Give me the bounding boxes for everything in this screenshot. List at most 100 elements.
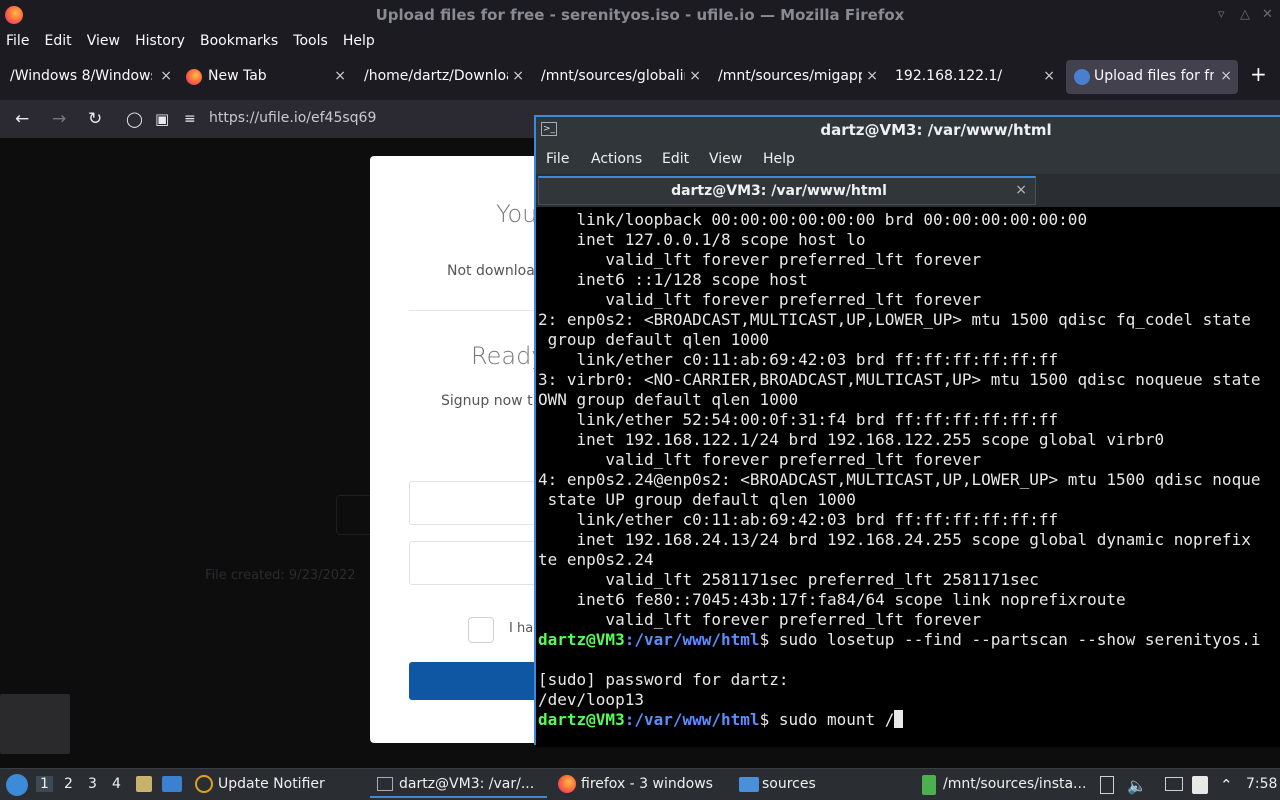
menu-tools[interactable]: Tools [293, 31, 328, 49]
line-text: te enp0s2.24 [538, 550, 654, 569]
terminal-menu-view[interactable]: View [709, 151, 742, 167]
tab-close-icon[interactable]: × [512, 68, 524, 84]
tab-windows8[interactable]: /Windows 8/Windows × [8, 60, 178, 94]
workspace-4[interactable]: 4 [112, 776, 121, 792]
terminal-menu-help[interactable]: Help [763, 151, 795, 167]
line-text: [sudo] password for dartz: [538, 670, 789, 689]
terminal-menubar: File Actions Edit View Help [536, 144, 1280, 174]
menu-bookmarks[interactable]: Bookmarks [200, 31, 278, 49]
tab-close-icon[interactable]: × [866, 68, 878, 84]
close-window-icon[interactable]: ✕ [1262, 7, 1273, 22]
line-text: OWN group default qlen 1000 [538, 390, 799, 409]
line-text: valid_lft forever preferred_lft forever [538, 250, 982, 269]
terminal-output[interactable]: link/loopback 00:00:00:00:00:00 brd 00:0… [536, 207, 1280, 747]
tab-close-icon[interactable]: × [1220, 68, 1232, 84]
terminal-titlebar[interactable]: >_ dartz@VM3: /var/www/html [536, 117, 1280, 144]
tab-mnt-migapp[interactable]: /mnt/sources/migapp × [714, 60, 884, 94]
tab-mnt-globalin[interactable]: /mnt/sources/globalin × [537, 60, 707, 94]
terminal-line: link/ether c0:11:ab:69:42:03 brd ff:ff:f… [538, 350, 1260, 370]
modal-subtext: Not downloa [447, 263, 535, 279]
menu-file[interactable]: File [6, 31, 29, 49]
back-arrow-icon[interactable]: ← [15, 109, 29, 129]
tab-label: 192.168.122.1/ [895, 68, 1003, 84]
minimize-icon[interactable]: ▿ [1218, 7, 1225, 22]
task-sources[interactable]: sources [762, 776, 816, 792]
tab-label: /home/dartz/Downloa [364, 68, 508, 84]
task-terminal[interactable]: dartz@VM3: /var/... [399, 776, 534, 792]
line-text: valid_lft forever preferred_lft forever [538, 610, 982, 629]
workspace-3[interactable]: 3 [88, 776, 97, 792]
clock: 7:58 [1246, 776, 1278, 792]
terminal-line: 3: virbr0: <NO-CARRIER,BROADCAST,MULTICA… [538, 370, 1260, 390]
start-menu-icon[interactable] [6, 774, 28, 796]
reload-icon[interactable]: ↻ [88, 109, 102, 129]
line-text: group default qlen 1000 [538, 330, 770, 349]
firefox-titlebar: Upload files for free - serenityos.iso -… [0, 0, 1280, 30]
tab-new-tab[interactable]: New Tab × [182, 60, 352, 94]
forward-arrow-icon[interactable]: → [52, 109, 66, 129]
terminal-menu-file[interactable]: File [546, 151, 569, 167]
tab-label: /Windows 8/Windows [10, 68, 152, 84]
terminal-menu-actions[interactable]: Actions [591, 151, 642, 167]
task-mnt-sources[interactable]: /mnt/sources/insta... [943, 776, 1086, 792]
url-input[interactable]: https://ufile.io/ef45sq69 [209, 110, 376, 126]
terminal-line: valid_lft forever preferred_lft forever [538, 250, 1260, 270]
task-update-notifier[interactable]: Update Notifier [218, 776, 325, 792]
terminal-line: te enp0s2.24 [538, 550, 1260, 570]
line-text: inet6 fe80::7045:43b:17f:fa84/64 scope l… [538, 590, 1126, 609]
tab-home-downloads[interactable]: /home/dartz/Downloa × [360, 60, 530, 94]
volume-icon[interactable]: 🔈 [1127, 776, 1147, 795]
terminal-task-icon [377, 777, 393, 791]
prompt-path: :/var/www/html [624, 710, 760, 729]
display-icon[interactable] [1165, 777, 1183, 791]
files-launcher-icon[interactable] [136, 776, 152, 792]
workspace-1[interactable]: 1 [36, 776, 53, 792]
terminal-line: valid_lft forever preferred_lft forever [538, 610, 1260, 630]
workspace-2[interactable]: 2 [64, 776, 73, 792]
modal-heading: You [496, 200, 538, 228]
terminal-line: link/loopback 00:00:00:00:00:00 brd 00:0… [538, 210, 1260, 230]
maximize-icon[interactable]: △ [1240, 7, 1250, 22]
firefox-favicon-icon [186, 69, 202, 85]
terminal-line: 2: enp0s2: <BROADCAST,MULTICAST,UP,LOWER… [538, 310, 1260, 330]
window-title: Upload files for free - serenityos.iso -… [375, 6, 905, 24]
menu-view[interactable]: View [87, 31, 120, 49]
terminal-line: inet6 ::1/128 scope host [538, 270, 1260, 290]
shield-icon[interactable]: ◯ [126, 110, 143, 128]
permissions-icon[interactable]: ≡ [184, 111, 196, 127]
line-text: sudo mount / [778, 710, 895, 729]
terminal-tab-close-icon[interactable]: × [1015, 182, 1027, 198]
line-text: link/ether c0:11:ab:69:42:03 brd ff:ff:f… [538, 510, 1059, 529]
terminal-menu-edit[interactable]: Edit [662, 151, 689, 167]
line-text: 4: enp0s2.24@enp0s2: <BROADCAST,MULTICAS… [538, 470, 1261, 489]
tray-chevron-icon[interactable]: ⌃ [1220, 776, 1233, 794]
desktop: Upload files for free - serenityos.iso -… [0, 0, 1280, 800]
firefox-menubar: File Edit View History Bookmarks Tools H… [0, 30, 1280, 54]
file-created-text: File created: 9/23/2022 [205, 568, 356, 583]
menu-help[interactable]: Help [343, 31, 375, 49]
notes-icon[interactable] [1192, 776, 1208, 794]
recaptcha-badge[interactable] [0, 694, 70, 754]
terminal-tab[interactable]: dartz@VM3: /var/www/html × [538, 176, 1036, 205]
terminal-lines: link/loopback 00:00:00:00:00:00 brd 00:0… [538, 210, 1260, 730]
tab-close-icon[interactable]: × [1043, 68, 1055, 84]
tab-ufile-upload[interactable]: Upload files for fre × [1066, 60, 1238, 94]
new-tab-button[interactable]: + [1250, 62, 1272, 96]
taskbar: 1 2 3 4 Update Notifier dartz@VM3: /var/… [0, 768, 1280, 800]
tab-192-168-122-1[interactable]: 192.168.122.1/ × [891, 60, 1061, 94]
lock-icon[interactable]: ▣ [155, 110, 169, 128]
tab-close-icon[interactable]: × [334, 68, 346, 84]
menu-history[interactable]: History [135, 31, 185, 49]
terminal-line: valid_lft forever preferred_lft forever [538, 450, 1260, 470]
line-text: link/ether 52:54:00:0f:31:f4 brd ff:ff:f… [538, 410, 1059, 429]
terminal-line: group default qlen 1000 [538, 330, 1260, 350]
tab-close-icon[interactable]: × [160, 68, 172, 84]
menu-edit[interactable]: Edit [45, 31, 72, 49]
terms-checkbox[interactable] [468, 617, 494, 643]
line-text: inet 127.0.0.1/8 scope host lo [538, 230, 866, 249]
clipboard-icon[interactable] [1100, 776, 1114, 794]
terminal-title: dartz@VM3: /var/www/html [820, 121, 1052, 139]
desktop-launcher-icon[interactable] [162, 776, 182, 792]
task-firefox[interactable]: firefox - 3 windows [581, 776, 713, 792]
tab-close-icon[interactable]: × [689, 68, 701, 84]
